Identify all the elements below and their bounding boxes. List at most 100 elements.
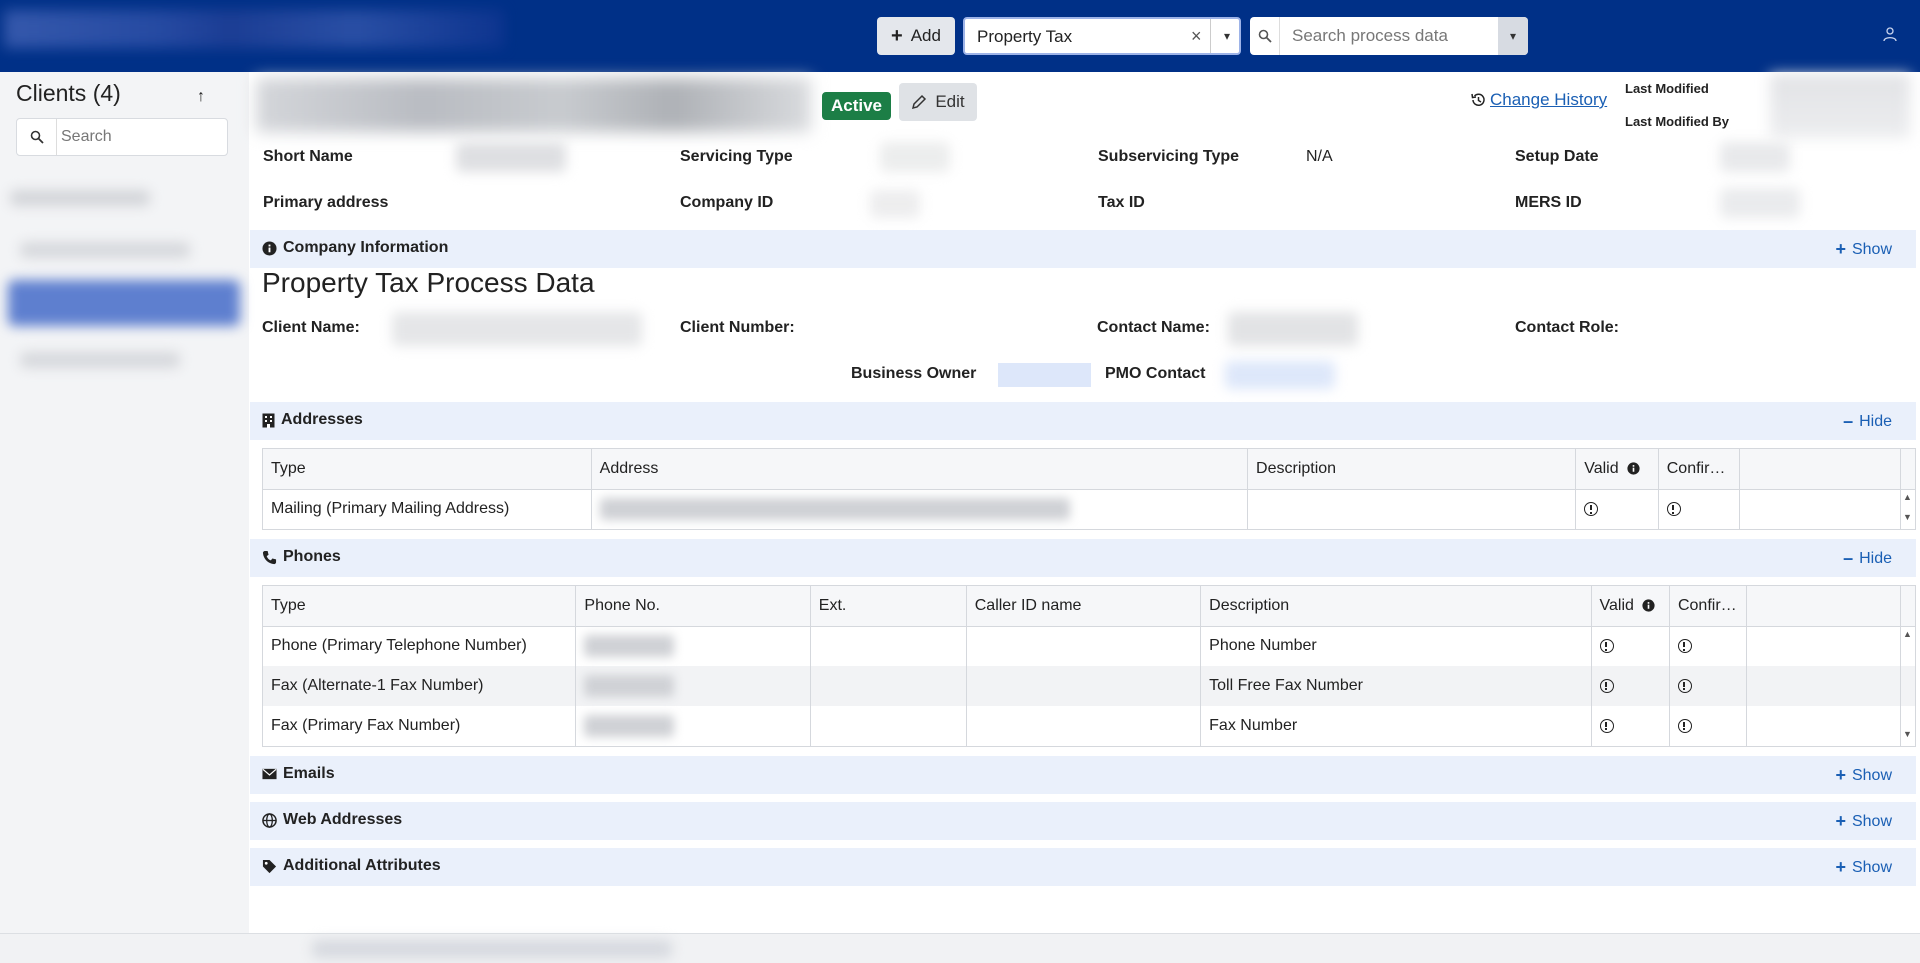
- addresses-table: Type Address Description Valid Confir… M…: [262, 448, 1916, 530]
- phone-type-cell: Fax (Alternate-1 Fax Number): [263, 666, 577, 706]
- emails-label: Emails: [283, 765, 335, 782]
- valid-label: Valid: [1584, 459, 1619, 477]
- valid-cell: [1575, 489, 1659, 529]
- empty-cell: [1746, 626, 1902, 666]
- scrollbar[interactable]: [1900, 666, 1915, 706]
- scroll-up-icon[interactable]: ▲: [1903, 630, 1913, 639]
- scroll-down-icon[interactable]: ▼: [1903, 730, 1913, 739]
- column-header-confirmed[interactable]: Confir…: [1669, 586, 1748, 627]
- brand-logo-blurred: [4, 10, 504, 48]
- search-icon: [1250, 17, 1280, 55]
- process-data-search-input[interactable]: [1284, 21, 1484, 51]
- column-header-phone-no[interactable]: Phone No.: [575, 586, 811, 627]
- clear-icon[interactable]: ×: [1191, 26, 1202, 47]
- column-header-description[interactable]: Description: [1247, 449, 1577, 490]
- column-header-type[interactable]: Type: [263, 586, 577, 627]
- table-row[interactable]: Mailing (Primary Mailing Address): [263, 489, 1915, 529]
- caller-id-cell: [966, 666, 1202, 706]
- address-description-cell: [1247, 489, 1577, 529]
- company-information-show-toggle[interactable]: + Show: [1835, 239, 1892, 260]
- exclamation-circle-icon: [1677, 718, 1692, 733]
- client-name-heading: [256, 78, 811, 132]
- client-name-label: Client Name:: [262, 319, 360, 336]
- bottom-status-bar: [0, 933, 1920, 963]
- exclamation-circle-icon: [1666, 502, 1681, 517]
- client-list-item[interactable]: [20, 352, 180, 368]
- confirmed-cell: [1658, 489, 1741, 529]
- plus-icon: +: [1835, 765, 1846, 785]
- mers-id-label: MERS ID: [1515, 194, 1582, 211]
- client-detail: Active Edit Change History Last Modified…: [250, 72, 1920, 933]
- phone-icon: [262, 550, 277, 564]
- scroll-gutter: [1900, 586, 1915, 627]
- add-button-label: Add: [910, 26, 941, 45]
- add-button[interactable]: + Add: [877, 17, 955, 55]
- chevron-down-icon[interactable]: ▾: [1213, 19, 1241, 53]
- addresses-label: Addresses: [281, 411, 363, 428]
- envelope-icon: [262, 768, 277, 780]
- column-header-confirmed[interactable]: Confir…: [1658, 449, 1741, 490]
- client-list-item[interactable]: [20, 242, 190, 258]
- chevron-down-icon[interactable]: ▾: [1498, 17, 1528, 55]
- process-data-search[interactable]: ▾: [1250, 17, 1528, 55]
- column-header-type[interactable]: Type: [263, 449, 592, 490]
- additional-attributes-show-toggle[interactable]: + Show: [1835, 857, 1892, 878]
- last-modified-label: Last Modified: [1625, 81, 1709, 96]
- column-header-valid[interactable]: Valid: [1591, 586, 1670, 627]
- emails-show-toggle[interactable]: + Show: [1835, 765, 1892, 786]
- process-select[interactable]: Property Tax × ▾: [963, 17, 1241, 55]
- column-header-ext[interactable]: Ext.: [810, 586, 967, 627]
- exclamation-circle-icon: [1599, 718, 1614, 733]
- history-icon: [1471, 93, 1485, 106]
- plus-icon: +: [891, 25, 903, 47]
- column-header-caller-id-name[interactable]: Caller ID name: [966, 586, 1202, 627]
- plus-icon: +: [1835, 857, 1846, 877]
- web-addresses-show-toggle[interactable]: + Show: [1835, 811, 1892, 832]
- pmo-contact-value: [1225, 361, 1335, 389]
- table-row[interactable]: Phone (Primary Telephone Number) Phone N…: [263, 626, 1915, 666]
- change-history-link[interactable]: Change History: [1470, 90, 1607, 110]
- company-id-label: Company ID: [680, 194, 774, 211]
- valid-cell: [1591, 626, 1670, 666]
- tax-id-label: Tax ID: [1098, 194, 1145, 211]
- company-information-label: Company Information: [283, 239, 449, 256]
- last-modified-values: [1770, 74, 1910, 138]
- scroll-down-icon[interactable]: ▼: [1903, 513, 1913, 522]
- caller-id-cell: [966, 706, 1202, 746]
- empty-cell: [1746, 666, 1902, 706]
- column-header-description[interactable]: Description: [1200, 586, 1592, 627]
- table-row[interactable]: Fax (Primary Fax Number) Fax Number: [263, 706, 1915, 746]
- client-list-item-selected[interactable]: [8, 280, 240, 326]
- phone-description-cell: Toll Free Fax Number: [1200, 666, 1592, 706]
- process-data-title: Property Tax Process Data: [262, 267, 595, 298]
- subservicing-type-value: N/A: [1306, 148, 1333, 165]
- phone-description-cell: Phone Number: [1200, 626, 1592, 666]
- phones-hide-toggle[interactable]: – Hide: [1843, 548, 1892, 569]
- sort-arrow-icon[interactable]: ↑: [197, 88, 205, 106]
- clients-sidebar: Clients (4) ↑: [0, 72, 249, 933]
- table-row[interactable]: Fax (Alternate-1 Fax Number) Toll Free F…: [263, 666, 1915, 706]
- column-header-address[interactable]: Address: [591, 449, 1249, 490]
- edit-button[interactable]: Edit: [899, 83, 977, 121]
- toggle-label: Show: [1851, 858, 1892, 876]
- web-addresses-label: Web Addresses: [283, 811, 403, 828]
- valid-cell: [1591, 666, 1670, 706]
- empty-cell: [1739, 489, 1902, 529]
- client-search-input[interactable]: [61, 122, 221, 152]
- client-search[interactable]: [16, 118, 228, 156]
- column-header-valid[interactable]: Valid: [1575, 449, 1659, 490]
- scrollbar[interactable]: [1901, 706, 1915, 746]
- web-addresses-section: Web Addresses + Show: [250, 802, 1916, 840]
- scroll-gutter: [1900, 449, 1915, 490]
- address-cell: [591, 489, 1249, 529]
- phone-type-cell: Fax (Primary Fax Number): [263, 706, 577, 746]
- scroll-up-icon[interactable]: ▲: [1903, 493, 1913, 502]
- user-icon[interactable]: [1882, 26, 1902, 46]
- pmo-contact-label: PMO Contact: [1105, 365, 1206, 382]
- contact-name-value: [1228, 312, 1358, 346]
- minus-icon: –: [1843, 411, 1854, 431]
- addresses-hide-toggle[interactable]: – Hide: [1843, 411, 1892, 432]
- client-list-item[interactable]: [10, 190, 150, 206]
- search-icon: [17, 119, 57, 155]
- plus-icon: +: [1835, 811, 1846, 831]
